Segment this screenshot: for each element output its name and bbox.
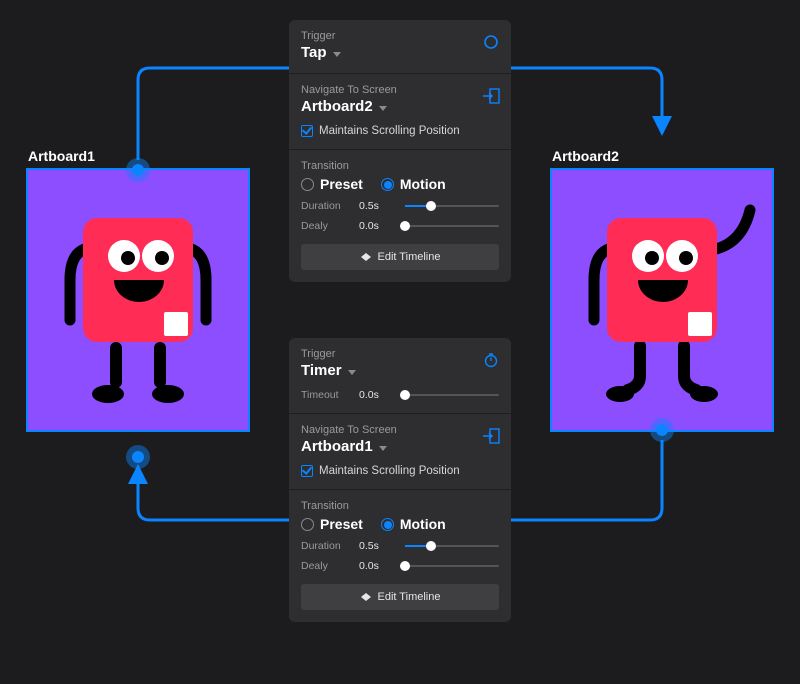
duration-label: Duration <box>301 200 359 212</box>
tap-icon <box>481 32 501 52</box>
motion-radio[interactable]: Motion <box>381 176 446 192</box>
navigate-value: Artboard1 <box>301 438 373 455</box>
checkbox-icon <box>301 465 313 477</box>
maintain-scroll-label: Maintains Scrolling Position <box>319 465 460 477</box>
connection-node[interactable] <box>126 445 150 469</box>
delay-slider[interactable] <box>405 565 499 567</box>
interaction-panel-1: Trigger Tap Navigate To Screen Artboard2… <box>289 20 511 282</box>
preset-radio[interactable]: Preset <box>301 516 363 532</box>
transition-section: Transition Preset Motion Duration 0.5s D… <box>289 490 511 622</box>
artboard2-canvas[interactable] <box>552 170 772 430</box>
navigate-section: Navigate To Screen Artboard1 Maintains S… <box>289 414 511 489</box>
trigger-label: Trigger <box>301 30 499 42</box>
maintain-scroll-checkbox[interactable]: Maintains Scrolling Position <box>301 465 499 477</box>
transition-section: Transition Preset Motion Duration 0.5s D… <box>289 150 511 282</box>
chevron-down-icon <box>333 52 341 57</box>
motion-radio[interactable]: Motion <box>381 516 446 532</box>
transition-label: Transition <box>301 160 499 172</box>
duration-slider[interactable] <box>405 205 499 207</box>
timer-icon <box>481 350 501 370</box>
chevron-down-icon <box>379 106 387 111</box>
character-illustration <box>28 170 248 430</box>
preset-radio[interactable]: Preset <box>301 176 363 192</box>
edit-timeline-button[interactable]: Edit Timeline <box>301 584 499 610</box>
delay-label: Dealy <box>301 560 359 572</box>
delay-value[interactable]: 0.0s <box>359 220 405 232</box>
transition-label: Transition <box>301 500 499 512</box>
navigate-value: Artboard2 <box>301 98 373 115</box>
maintain-scroll-checkbox[interactable]: Maintains Scrolling Position <box>301 125 499 137</box>
delay-slider[interactable] <box>405 225 499 227</box>
interaction-panel-2: Trigger Timer Timeout 0.0s Navigate To S… <box>289 338 511 622</box>
artboard-label[interactable]: Artboard2 <box>552 148 619 164</box>
duration-slider[interactable] <box>405 545 499 547</box>
timeline-icon <box>360 252 372 262</box>
delay-label: Dealy <box>301 220 359 232</box>
trigger-section: Trigger Tap <box>289 20 511 73</box>
trigger-label: Trigger <box>301 348 499 360</box>
character-illustration <box>552 170 772 430</box>
trigger-section: Trigger Timer Timeout 0.0s <box>289 338 511 413</box>
artboard-label[interactable]: Artboard1 <box>28 148 95 164</box>
navigate-section: Navigate To Screen Artboard2 Maintains S… <box>289 74 511 149</box>
edit-timeline-button[interactable]: Edit Timeline <box>301 244 499 270</box>
duration-value[interactable]: 0.5s <box>359 200 405 212</box>
duration-label: Duration <box>301 540 359 552</box>
chevron-down-icon <box>348 370 356 375</box>
artboard1-canvas[interactable] <box>28 170 248 430</box>
connection-node[interactable] <box>650 418 674 442</box>
timeout-label: Timeout <box>301 389 359 401</box>
navigate-label: Navigate To Screen <box>301 424 499 436</box>
navigate-select[interactable]: Artboard2 <box>301 98 499 115</box>
trigger-select[interactable]: Timer <box>301 362 499 379</box>
trigger-select[interactable]: Tap <box>301 44 499 61</box>
chevron-down-icon <box>379 446 387 451</box>
timeline-icon <box>360 592 372 602</box>
navigate-label: Navigate To Screen <box>301 84 499 96</box>
checkbox-icon <box>301 125 313 137</box>
timeout-slider[interactable] <box>405 394 499 396</box>
delay-value[interactable]: 0.0s <box>359 560 405 572</box>
timeout-value[interactable]: 0.0s <box>359 389 405 401</box>
connection-node[interactable] <box>126 158 150 182</box>
trigger-value: Timer <box>301 362 342 379</box>
navigate-icon <box>481 86 501 106</box>
navigate-select[interactable]: Artboard1 <box>301 438 499 455</box>
trigger-value: Tap <box>301 44 327 61</box>
maintain-scroll-label: Maintains Scrolling Position <box>319 125 460 137</box>
duration-value[interactable]: 0.5s <box>359 540 405 552</box>
navigate-icon <box>481 426 501 446</box>
